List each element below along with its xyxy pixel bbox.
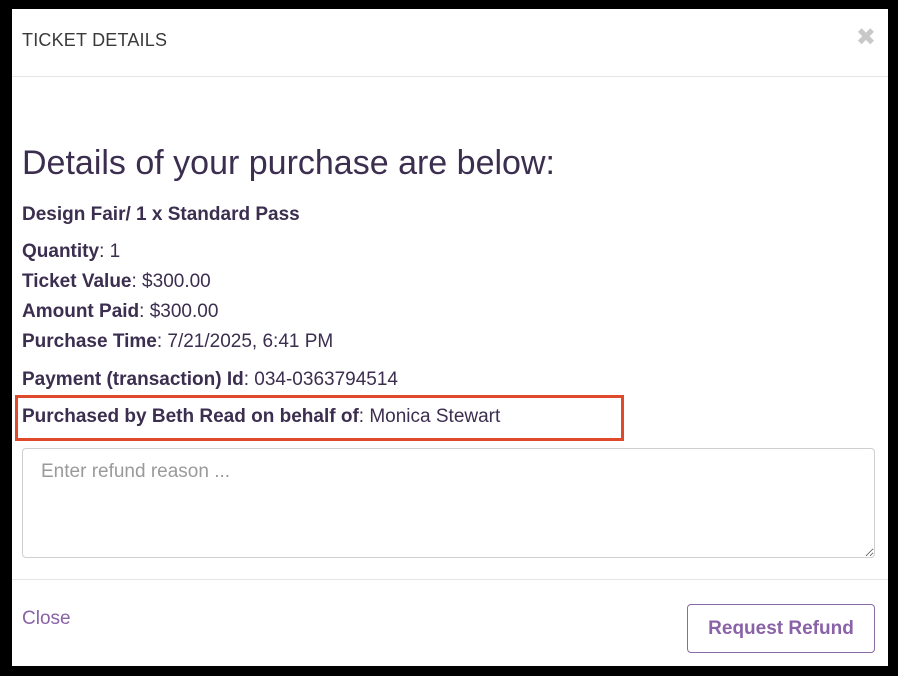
refund-reason-input[interactable] [22,448,875,558]
transaction-line: Payment (transaction) Id: 034-0363794514 [22,369,398,391]
transaction-label: Payment (transaction) Id [22,369,244,390]
ticket-value-line: Ticket Value: $300.00 [22,271,211,293]
purchased-by-label: Purchased by Beth Read on behalf of [22,406,359,427]
close-icon[interactable]: ✖ [856,25,876,49]
request-refund-button[interactable]: Request Refund [687,604,875,653]
transaction-value: : 034-0363794514 [243,369,398,390]
product-name: Design Fair/ 1 x Standard Pass [22,204,300,225]
purchased-for-value: : Monica Stewart [358,406,501,427]
quantity-value: : 1 [99,241,121,262]
purchase-time-label: Purchase Time [22,331,157,352]
amount-paid-line: Amount Paid: $300.00 [22,301,218,323]
purchase-time-value: : 7/21/2025, 6:41 PM [156,331,334,352]
close-link[interactable]: Close [22,608,71,630]
quantity-line: Quantity: 1 [22,241,120,263]
amount-paid-value: : $300.00 [139,301,219,322]
ticket-details-modal: TICKET DETAILS ✖ Details of your purchas… [12,9,888,666]
modal-title: TICKET DETAILS [22,30,168,50]
amount-paid-label: Amount Paid [22,301,140,322]
purchase-heading: Details of your purchase are below: [22,144,555,182]
footer-divider [12,579,888,580]
quantity-label: Quantity [22,241,100,262]
purchase-time-line: Purchase Time: 7/21/2025, 6:41 PM [22,331,333,353]
ticket-value: : $300.00 [131,271,211,292]
ticket-value-label: Ticket Value [22,271,132,292]
purchased-by-line: Purchased by Beth Read on behalf of: Mon… [22,406,500,428]
modal-header: TICKET DETAILS ✖ [12,9,888,77]
